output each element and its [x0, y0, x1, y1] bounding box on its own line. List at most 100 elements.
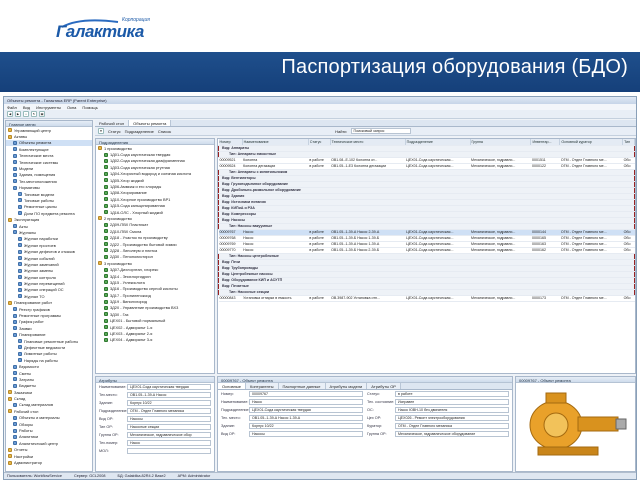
- grid-cell: ЦЕХ01-Сода каустическая...: [405, 295, 471, 302]
- attribute-value[interactable]: [127, 448, 211, 454]
- filter-icon[interactable]: ▼: [98, 128, 104, 134]
- menu-help[interactable]: Помощь: [82, 105, 97, 110]
- card-value[interactable]: ОГМ - Отдел Главного механика: [395, 423, 509, 429]
- division-filter[interactable]: Подразделение: [125, 129, 154, 134]
- tab-desktop[interactable]: Рабочий стол: [95, 120, 130, 126]
- grid-cell: в работе: [308, 295, 331, 302]
- attribute-row: Тип ОР: Насосные секции: [96, 423, 214, 431]
- forward-icon[interactable]: ▶: [15, 111, 21, 117]
- workshop-icon: [104, 171, 108, 176]
- attribute-value[interactable]: Насос: [127, 440, 211, 446]
- document-icon: [13, 179, 17, 184]
- card-value[interactable]: Насосы: [249, 431, 363, 437]
- card-value[interactable]: Исправен: [395, 399, 509, 405]
- document-icon: [18, 249, 22, 254]
- attribute-value[interactable]: Насосы: [127, 416, 211, 422]
- document-icon: [18, 351, 22, 356]
- attribute-value[interactable]: ОГМ - Отдел Главного механика: [127, 408, 211, 414]
- card-value[interactable]: Механическое, гидравлическое оборудовани…: [395, 431, 509, 437]
- status-filter[interactable]: Статус: [108, 129, 121, 134]
- main-menu-item-label: Эксплуатация: [14, 217, 40, 223]
- workshop-icon: [104, 242, 108, 247]
- attribute-value[interactable]: ЦЕХ01-Сода каустическая твердая: [127, 384, 211, 390]
- status-server: Сервер: GCL2008: [73, 474, 106, 478]
- workspace: Рабочий стол Объекты ремонта ▼ Статус По…: [95, 120, 636, 136]
- main-menu-item-label: Управляющий центр: [14, 127, 52, 133]
- card-label: Куратор:: [367, 424, 383, 428]
- find-button[interactable]: Найти: [335, 129, 346, 134]
- folder-icon: [98, 261, 102, 266]
- document-icon: [13, 166, 17, 171]
- main-menu-item-label: Журнал перемещений: [24, 281, 65, 287]
- attribute-label: Вид ОР:: [99, 417, 114, 421]
- back-icon[interactable]: ◀: [7, 111, 13, 117]
- attribute-row: Группа ОР: Механическое, гидравлическое о…: [96, 431, 214, 439]
- document-icon: [13, 313, 17, 318]
- workshop-icon: [104, 235, 108, 240]
- main-menu-item-label: Акты: [19, 223, 28, 229]
- card-tab[interactable]: Атрибуты ОР: [367, 383, 401, 389]
- workshop-icon: [104, 184, 108, 189]
- division-label: 3Д14 - Эпихлоргидрин: [110, 273, 151, 279]
- grid-cell: Обо: [622, 295, 635, 302]
- status-db: БД: Galaktika.82R4.2 Base2: [117, 474, 166, 478]
- workshop-icon: [104, 293, 108, 298]
- attribute-label: Здание:: [99, 401, 114, 405]
- attribute-row: Тех.место: ОВ1.05.-1-39-А Насос: [96, 391, 214, 399]
- attribute-row: Наименование: ЦЕХ01-Сода каустическая тве…: [96, 383, 214, 391]
- save-icon[interactable]: ▣: [39, 111, 45, 117]
- document-icon: [18, 262, 22, 267]
- division-item[interactable]: ЦЕХ04 - Адмиральт 3-я: [96, 337, 214, 343]
- division-label: ЦЕХ02 - Адмиральт 1-я: [110, 324, 153, 330]
- document-icon: [18, 256, 22, 260]
- card-value[interactable]: ЦЕХ026 - Ремонт электрооборудования: [395, 415, 509, 421]
- attribute-value[interactable]: Насосные секции: [127, 424, 211, 430]
- card-value[interactable]: ЦЕХ01-Сода каустическая твердая: [249, 407, 363, 413]
- workshop-icon: [104, 178, 108, 183]
- folder-icon: [8, 460, 12, 465]
- document-icon: [13, 140, 17, 145]
- card-value[interactable]: Корпус 10/22: [249, 423, 363, 429]
- table-row[interactable]: 00000843 Установка отпарки в емкость в раб…: [218, 295, 635, 302]
- card-value[interactable]: 00009767: [249, 391, 363, 397]
- main-menu-item-label: График работ: [19, 319, 44, 325]
- attribute-value[interactable]: Корпус 10/22: [127, 400, 211, 406]
- main-menu-item[interactable]: Администратор: [6, 459, 92, 465]
- card-value[interactable]: ОВ1.05.-1-39-А Насос 1-39-А: [249, 415, 363, 421]
- attribute-value[interactable]: Механическое, гидравлическое обор: [127, 432, 211, 438]
- document-icon: [18, 358, 22, 363]
- folder-icon: [8, 447, 12, 452]
- refresh-icon[interactable]: ↻: [31, 111, 37, 117]
- card-tab[interactable]: Основные: [218, 383, 246, 389]
- document-icon: [13, 185, 17, 190]
- menu-windows[interactable]: Окна: [67, 105, 76, 110]
- folder-icon: [98, 146, 102, 151]
- main-menu-item-label: Планирование работ: [14, 300, 53, 306]
- card-tab[interactable]: Контрагенты: [245, 383, 279, 389]
- division-label: 2 производство: [104, 215, 132, 221]
- attribute-row: Тех.номер: Насос: [96, 439, 214, 447]
- tab-repair-objects[interactable]: Объекты ремонта: [129, 120, 172, 126]
- document-icon: [18, 339, 22, 344]
- app-window: Объекты ремонта - Галактика ERP (Parent …: [3, 96, 637, 480]
- card-tab[interactable]: Атрибуты модели: [325, 383, 368, 389]
- card-value[interactable]: Насос: [249, 399, 363, 405]
- status-user: Пользователь: WorkflowService: [7, 474, 62, 478]
- card-tab[interactable]: Паспортные данные: [278, 383, 326, 389]
- grid-cell: ОВ.3987-902 Установка отп...: [330, 295, 406, 302]
- card-value[interactable]: Насос ЮВН-10 без двигателя: [395, 407, 509, 413]
- list-filter[interactable]: Список: [158, 129, 171, 134]
- menu-tools[interactable]: Инструменты: [36, 105, 61, 110]
- division-label: 1 производство: [104, 145, 132, 151]
- card-value[interactable]: в работе: [395, 391, 509, 397]
- attribute-value[interactable]: ОВ1.05.-1-39-А Насос: [127, 392, 211, 398]
- division-label: 3Д07-Дихлорэтан, хлорекс: [110, 267, 159, 273]
- document-icon: [18, 268, 22, 273]
- attribute-row: МОЛ:: [96, 447, 214, 455]
- main-menu-item-label: Обзоры: [19, 421, 34, 427]
- search-input[interactable]: Поисковый запрос: [350, 128, 411, 134]
- home-icon[interactable]: ⌂: [23, 111, 29, 117]
- menu-file[interactable]: Файл: [7, 105, 17, 110]
- workshop-icon: [104, 190, 108, 195]
- menu-view[interactable]: Вид: [23, 105, 30, 110]
